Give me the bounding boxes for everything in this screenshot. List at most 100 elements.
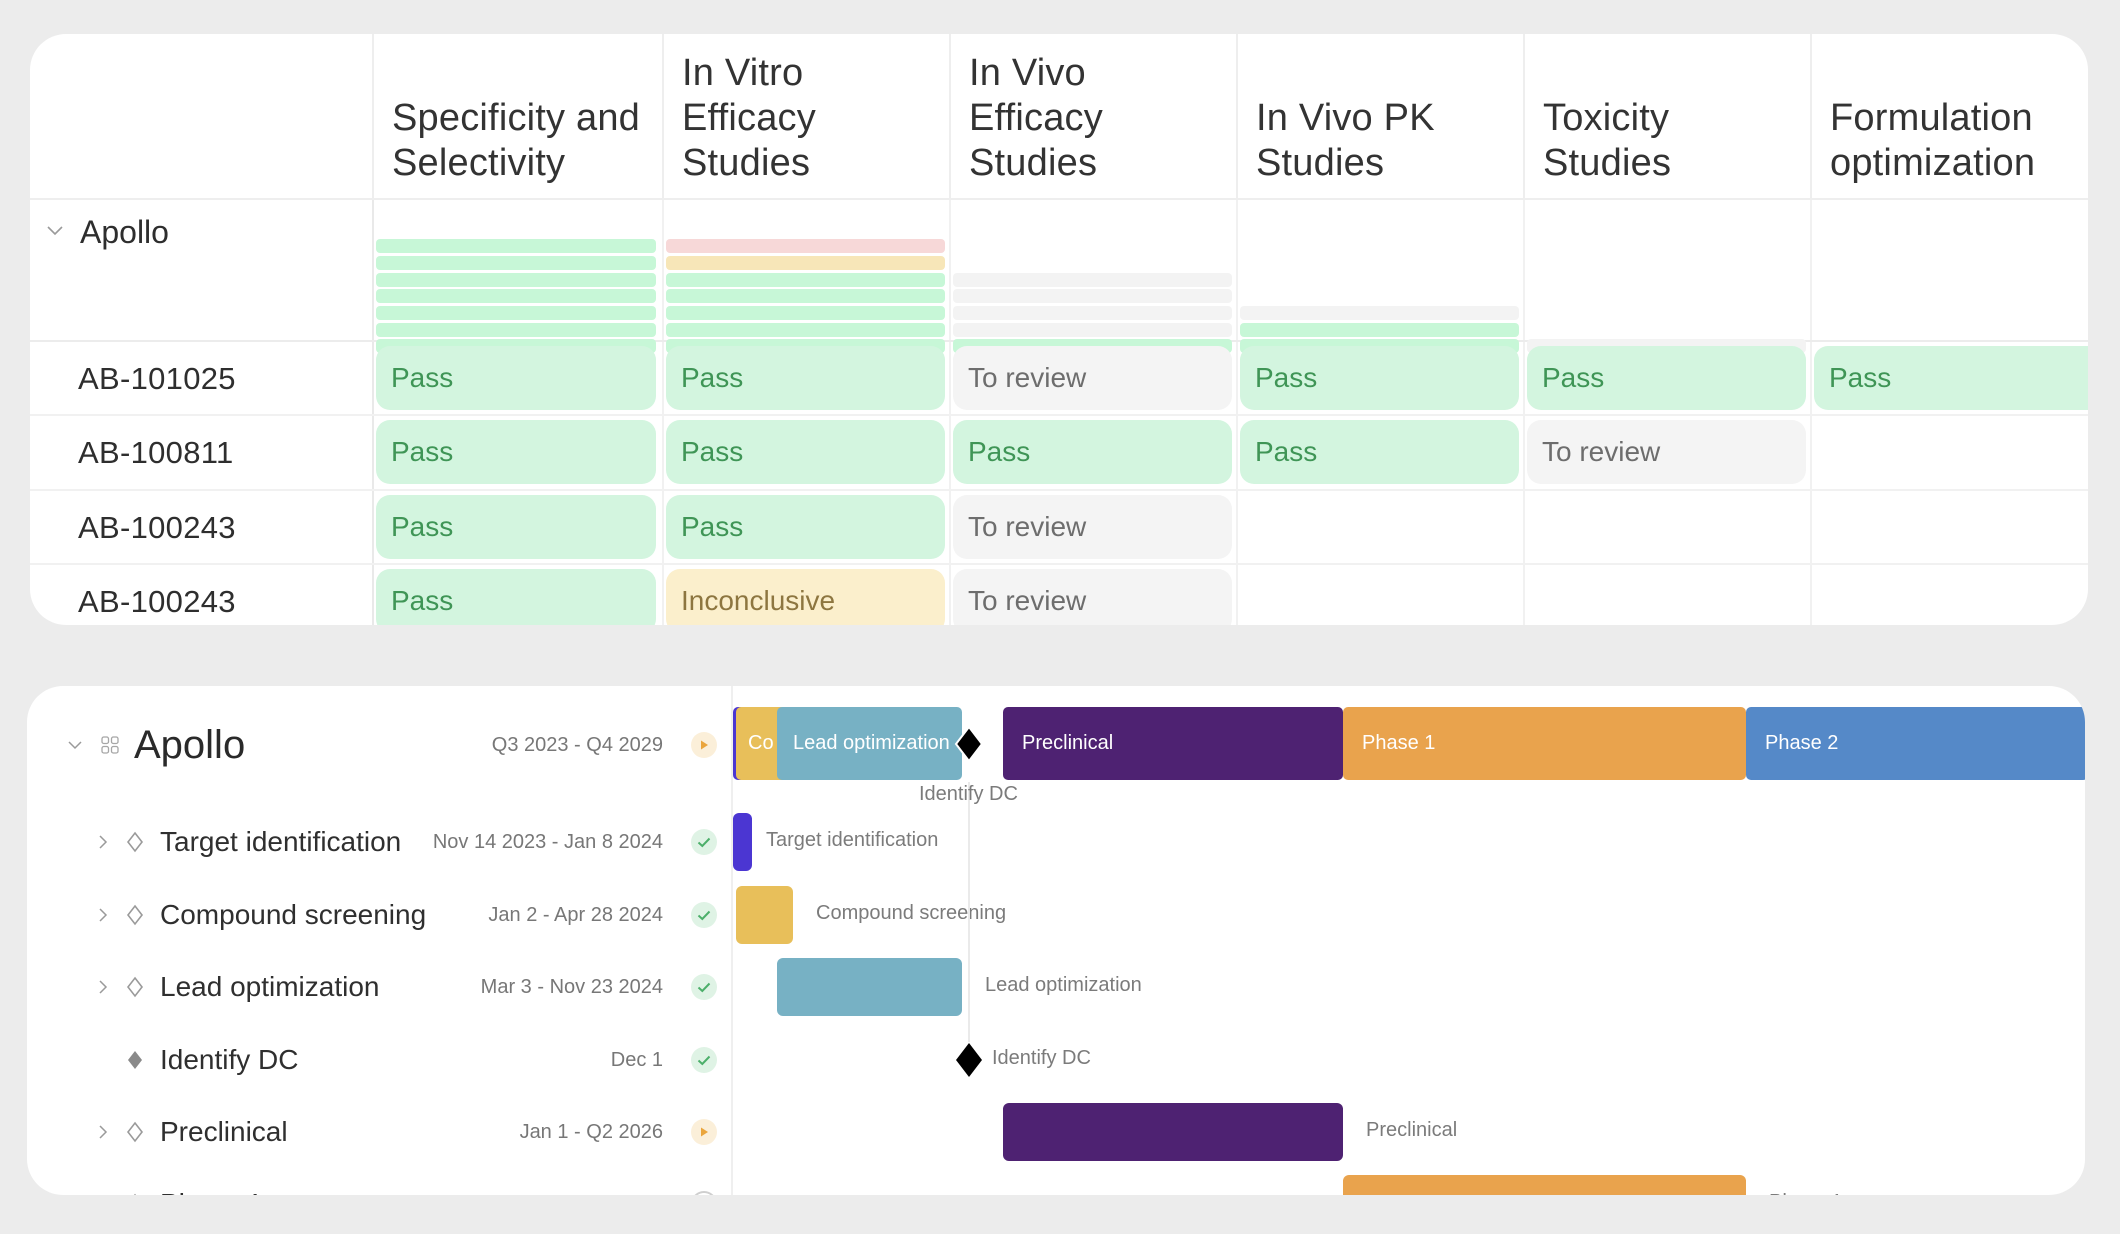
row-label[interactable]: AB-101025 — [78, 361, 236, 397]
result-cell-pass[interactable]: Pass — [376, 420, 656, 484]
project-summary-segment[interactable]: Phase 2 — [1746, 707, 2085, 780]
chevron-right-icon[interactable] — [95, 834, 111, 850]
status-in-progress-icon[interactable] — [691, 732, 717, 758]
result-cell-pass[interactable]: Pass — [666, 346, 945, 410]
divider — [1810, 200, 1812, 625]
result-cell-pass[interactable]: Pass — [376, 346, 656, 410]
result-cell-inconclusive[interactable]: Inconclusive — [666, 569, 945, 625]
task-bar-label: Lead optimization — [985, 974, 1142, 996]
divider — [1236, 200, 1238, 625]
summary-bar-pass[interactable] — [376, 322, 656, 337]
task-dates: Dec 1 — [610, 1048, 663, 1071]
status-done-icon[interactable] — [691, 974, 717, 1000]
chevron-down-icon[interactable] — [46, 221, 64, 239]
summary-bar-review[interactable] — [953, 305, 1232, 320]
result-cell-pass[interactable]: Pass — [953, 420, 1232, 484]
phase-diamond-icon — [126, 831, 144, 853]
task-dates: Jan 2 - Apr 28 2024 — [488, 903, 663, 926]
result-cell-review[interactable]: To review — [953, 569, 1232, 625]
task-dates: Mar 3 - Nov 23 2024 — [480, 975, 663, 998]
row-label[interactable]: AB-100811 — [78, 435, 234, 471]
summary-bar-inconclusive[interactable] — [666, 255, 945, 270]
summary-bar-review[interactable] — [953, 322, 1232, 337]
summary-bar-pass[interactable] — [1240, 322, 1519, 337]
milestone-marker[interactable] — [954, 1042, 984, 1078]
summary-bar-review[interactable] — [953, 272, 1232, 287]
task-bar[interactable] — [733, 813, 752, 871]
status-not-started-icon[interactable] — [691, 1191, 717, 1195]
status-done-icon[interactable] — [691, 1047, 717, 1073]
result-cell-review[interactable]: To review — [1527, 420, 1806, 484]
summary-bar-fail[interactable] — [666, 239, 945, 254]
result-cell-pass[interactable]: Pass — [666, 420, 945, 484]
summary-bar-review[interactable] — [1240, 305, 1519, 320]
row-label[interactable]: AB-100243 — [78, 584, 236, 620]
chevron-right-icon[interactable] — [95, 1124, 111, 1140]
chevron-right-icon[interactable] — [95, 979, 111, 995]
summary-bar-pass[interactable] — [666, 289, 945, 304]
column-header-in-vivo-pk[interactable]: In Vivo PK Studies — [1236, 34, 1523, 200]
group-row-apollo[interactable]: Apollo — [46, 214, 169, 251]
result-cell-review[interactable]: To review — [953, 346, 1232, 410]
project-summary-segment[interactable]: Preclinical — [1003, 707, 1343, 780]
row-label[interactable]: AB-100243 — [78, 510, 236, 546]
task-name: Phase 1 — [160, 1188, 263, 1195]
phase-diamond-icon — [133, 1193, 137, 1195]
divider — [372, 200, 374, 625]
result-cell-review[interactable]: To review — [953, 495, 1232, 559]
task-dates: Jan 1 - Q2 2026 — [519, 1120, 663, 1143]
status-done-icon[interactable] — [691, 902, 717, 928]
summary-bar-pass[interactable] — [666, 305, 945, 320]
phase-diamond-icon — [126, 976, 144, 998]
summary-bar-pass[interactable] — [376, 239, 656, 254]
summary-bar-pass[interactable] — [376, 255, 656, 270]
result-cell-pass[interactable]: Pass — [1240, 420, 1519, 484]
chevron-down-icon[interactable] — [67, 737, 83, 753]
column-header-in-vitro[interactable]: In Vitro Efficacy Studies — [662, 34, 949, 200]
milestone-diamond-icon — [128, 1051, 142, 1069]
gantt-task-row[interactable]: Preclinical Jan 1 - Q2 2026 — [27, 1102, 731, 1162]
chevron-right-icon[interactable] — [95, 907, 111, 923]
task-bar-label: Preclinical — [1366, 1119, 1458, 1141]
result-cell-pass[interactable]: Pass — [1527, 346, 1806, 410]
task-bar[interactable] — [736, 886, 793, 944]
project-dates: Q3 2023 - Q4 2029 — [491, 733, 663, 756]
column-header-in-vivo-efficacy[interactable]: In Vivo Efficacy Studies — [949, 34, 1236, 200]
milestone-marker[interactable] — [954, 726, 984, 762]
result-cell-pass[interactable]: Pass — [666, 495, 945, 559]
project-summary-segment[interactable]: Lead optimization — [777, 707, 962, 780]
summary-bar-review[interactable] — [953, 289, 1232, 304]
result-cell-pass[interactable]: Pass — [1240, 346, 1519, 410]
task-bar[interactable] — [1003, 1103, 1343, 1161]
column-header-toxicity[interactable]: Toxicity Studies — [1523, 34, 1810, 200]
column-header-formulation[interactable]: Formulation optimization — [1810, 34, 2088, 200]
group-label: Apollo — [80, 214, 169, 250]
task-bar[interactable] — [777, 958, 962, 1016]
project-summary-segment[interactable]: Phase 1 — [1343, 707, 1746, 780]
summary-bar-pass[interactable] — [666, 272, 945, 287]
gantt-task-row[interactable]: Phase 1 — [27, 1174, 731, 1195]
column-header-specificity[interactable]: Specificity and Selectivity — [372, 34, 662, 200]
result-cell-pass[interactable]: Pass — [1814, 346, 2088, 410]
task-dates: Nov 14 2023 - Jan 8 2024 — [432, 830, 663, 853]
results-matrix-panel: Specificity and Selectivity In Vitro Eff… — [30, 34, 2088, 625]
summary-bar-pass[interactable] — [376, 289, 656, 304]
summary-bar-pass[interactable] — [376, 272, 656, 287]
gantt-task-row[interactable]: Compound screening Jan 2 - Apr 28 2024 — [27, 885, 731, 945]
task-bar-label: Phase 1 — [1769, 1191, 1842, 1195]
gantt-task-row[interactable]: Target identification Nov 14 2023 - Jan 8… — [27, 812, 731, 872]
task-bar-label: Compound screening — [816, 902, 1007, 924]
result-cell-pass[interactable]: Pass — [376, 569, 656, 625]
gantt-task-row[interactable]: Lead optimization Mar 3 - Nov 23 2024 — [27, 957, 731, 1017]
task-name: Compound screening — [160, 899, 427, 930]
gantt-project-row[interactable]: Apollo Q3 2023 - Q4 2029 — [27, 715, 731, 775]
summary-bar-pass[interactable] — [376, 305, 656, 320]
status-in-progress-icon[interactable] — [691, 1119, 717, 1145]
summary-bar-pass[interactable] — [666, 322, 945, 337]
grid-icon — [101, 736, 119, 754]
result-cell-pass[interactable]: Pass — [376, 495, 656, 559]
task-name: Preclinical — [160, 1116, 288, 1147]
task-bar[interactable] — [1343, 1175, 1746, 1195]
gantt-task-row[interactable]: Identify DC Dec 1 — [27, 1030, 731, 1090]
status-done-icon[interactable] — [691, 829, 717, 855]
